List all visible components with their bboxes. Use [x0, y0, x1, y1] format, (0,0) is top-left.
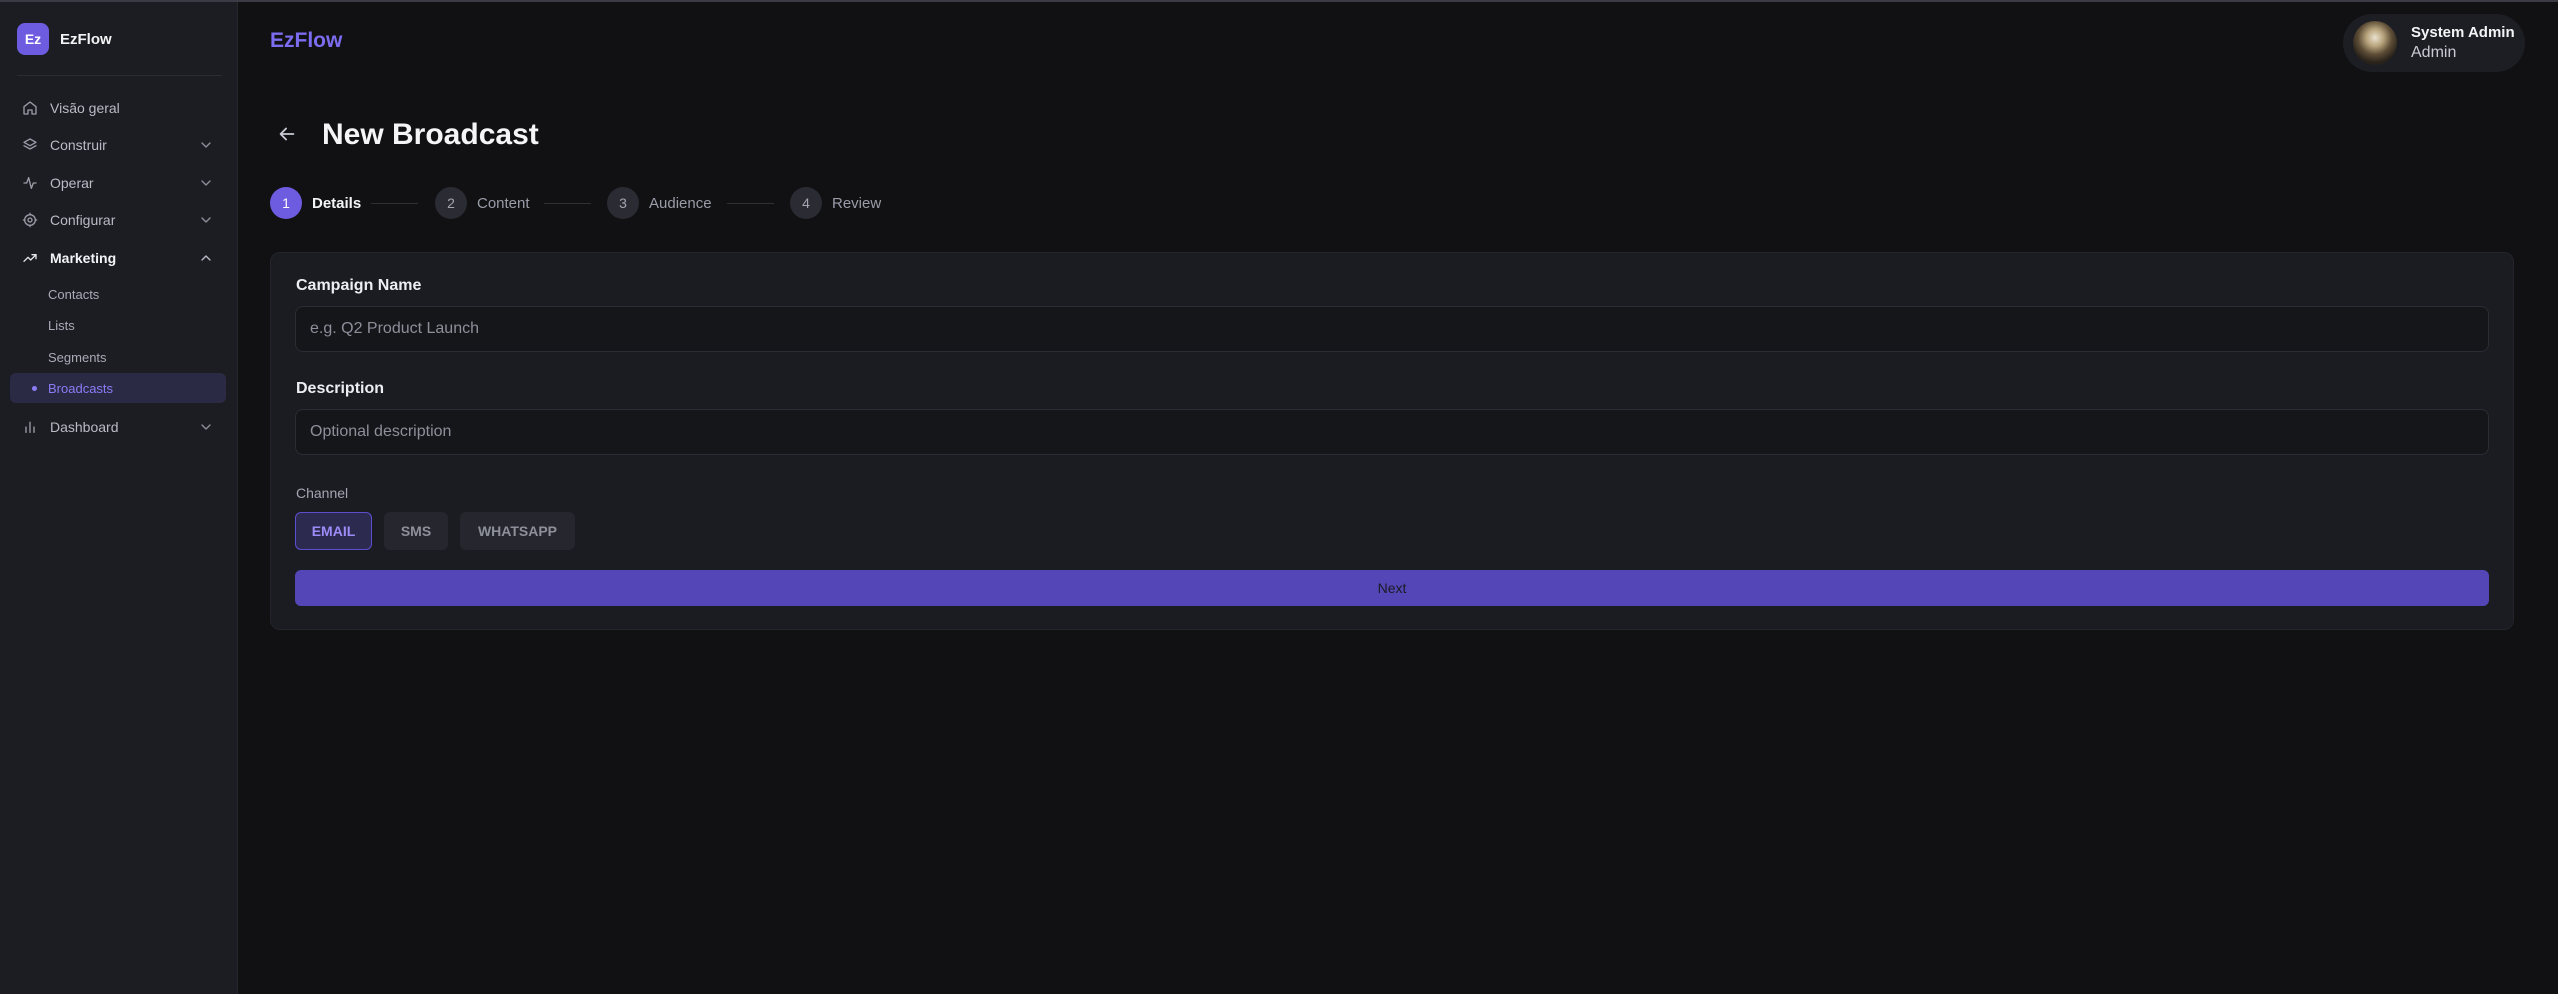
- app-title[interactable]: EzFlow: [270, 29, 342, 53]
- channel-whatsapp-button[interactable]: WHATSAPP: [460, 512, 575, 550]
- sidebar: Ez EzFlow Visão geral Construir Operar C…: [0, 2, 238, 994]
- chevron-down-icon: [201, 142, 211, 148]
- sidebar-item-configurar[interactable]: Configurar: [10, 205, 226, 235]
- campaign-name-label: Campaign Name: [296, 277, 422, 294]
- broadcast-details-form: Campaign Name Description Channel EMAIL …: [270, 252, 2514, 630]
- sidebar-subitem-broadcasts[interactable]: Broadcasts: [10, 373, 226, 403]
- sidebar-item-label: Visão geral: [50, 100, 120, 116]
- channel-sms-button[interactable]: SMS: [384, 512, 448, 550]
- sidebar-divider: [17, 75, 222, 76]
- step-label: Audience: [649, 194, 712, 212]
- sidebar-item-label: Operar: [50, 175, 94, 191]
- sidebar-item-dashboard[interactable]: Dashboard: [10, 412, 226, 442]
- sidebar-item-label: Construir: [50, 137, 107, 153]
- sidebar-subitem-contacts[interactable]: Contacts: [10, 279, 226, 309]
- chevron-down-icon: [201, 180, 211, 186]
- step-label: Content: [477, 194, 530, 212]
- campaign-name-input[interactable]: [295, 306, 2489, 352]
- bar-chart-icon: [20, 417, 40, 437]
- step-label: Review: [832, 194, 882, 212]
- step-audience[interactable]: 3 Audience: [607, 187, 712, 219]
- step-label: Details: [312, 194, 362, 212]
- gear-icon: [20, 210, 40, 230]
- channel-email-button[interactable]: EMAIL: [295, 512, 372, 550]
- sidebar-item-label: Dashboard: [50, 419, 119, 435]
- brand-logo: Ez: [17, 23, 49, 55]
- description-input[interactable]: [295, 409, 2489, 455]
- back-arrow-icon[interactable]: [276, 123, 298, 145]
- user-info: System Admin Admin: [2411, 23, 2515, 64]
- brand[interactable]: Ez EzFlow: [17, 23, 112, 55]
- window-top-border: [0, 0, 2558, 2]
- user-menu[interactable]: System Admin Admin: [2343, 14, 2525, 72]
- description-label: Description: [296, 380, 385, 397]
- active-indicator-dot: [32, 386, 37, 391]
- step-details[interactable]: 1 Details: [270, 187, 361, 219]
- activity-icon: [20, 173, 40, 193]
- step-number: 3: [607, 187, 639, 219]
- brand-name: EzFlow: [60, 30, 112, 48]
- chevron-down-icon: [201, 217, 211, 223]
- step-connector: [727, 203, 774, 204]
- sidebar-item-label: Configurar: [50, 212, 116, 228]
- page-title: New Broadcast: [322, 118, 539, 151]
- user-name: System Admin: [2411, 23, 2515, 41]
- trending-up-icon: [20, 248, 40, 268]
- step-content[interactable]: 2 Content: [435, 187, 530, 219]
- step-connector: [371, 203, 418, 204]
- sidebar-item-visao-geral[interactable]: Visão geral: [10, 93, 226, 123]
- step-number: 2: [435, 187, 467, 219]
- avatar: [2353, 21, 2397, 65]
- step-connector: [544, 203, 591, 204]
- sidebar-subitem-segments[interactable]: Segments: [10, 342, 226, 372]
- channel-label: Channel: [296, 485, 349, 501]
- layers-icon: [20, 135, 40, 155]
- user-role: Admin: [2411, 43, 2457, 61]
- home-icon: [20, 98, 40, 118]
- sidebar-item-operar[interactable]: Operar: [10, 168, 226, 198]
- sidebar-item-label: Marketing: [50, 250, 117, 266]
- step-number: 4: [790, 187, 822, 219]
- sidebar-subitem-lists[interactable]: Lists: [10, 310, 226, 340]
- step-review[interactable]: 4 Review: [790, 187, 881, 219]
- step-number: 1: [270, 187, 302, 219]
- sidebar-item-marketing[interactable]: Marketing: [10, 243, 226, 273]
- sidebar-item-construir[interactable]: Construir: [10, 130, 226, 160]
- next-button[interactable]: Next: [295, 570, 2489, 606]
- chevron-up-icon: [201, 255, 211, 261]
- chevron-down-icon: [201, 424, 211, 430]
- sidebar-subitem-label: Broadcasts: [48, 380, 114, 396]
